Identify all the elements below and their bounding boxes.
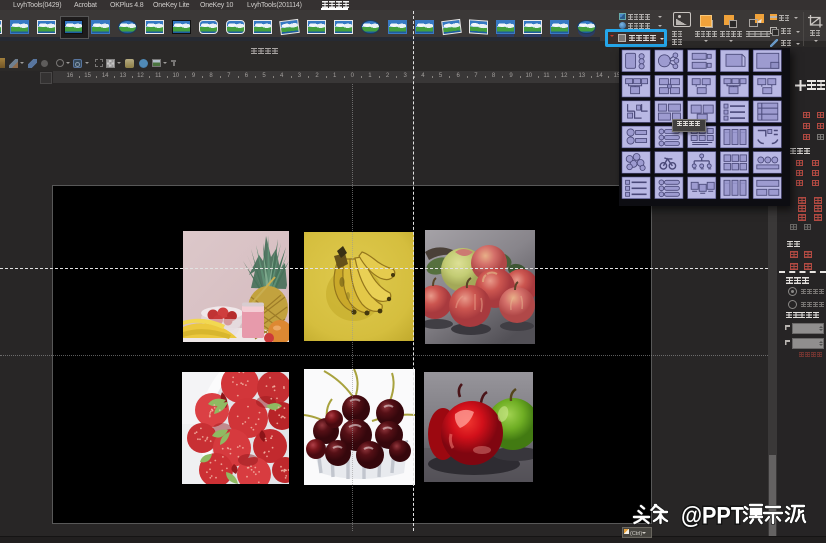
svg-text:@PPT: @PPT — [681, 503, 744, 530]
